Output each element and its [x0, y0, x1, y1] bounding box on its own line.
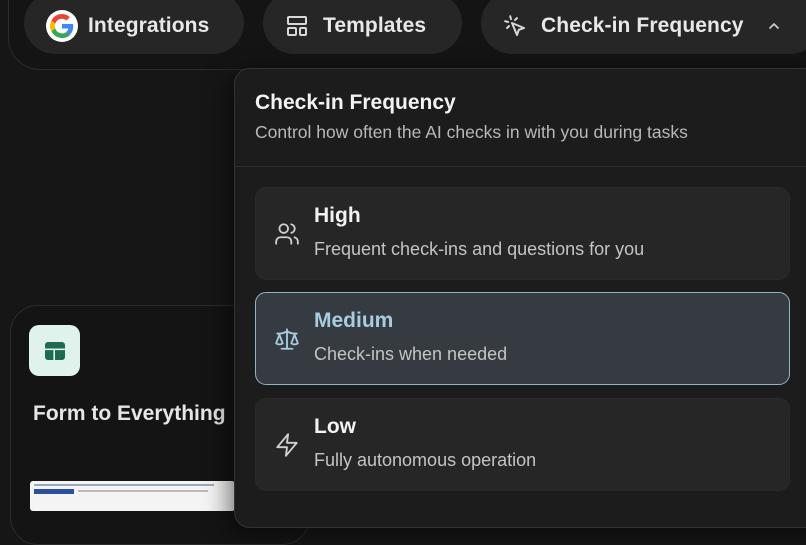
option-high[interactable]: High Frequent check-ins and questions fo… [255, 187, 790, 280]
lightning-icon [274, 399, 300, 490]
layout-template-icon [285, 14, 309, 38]
integrations-label: Integrations [88, 14, 210, 37]
option-medium-description: Check-ins when needed [314, 344, 508, 364]
menu-subtitle: Control how often the AI checks in with … [255, 122, 688, 142]
option-high-description: Frequent check-ins and questions for you [314, 239, 645, 259]
option-low-description: Fully autonomous operation [314, 450, 537, 470]
option-medium[interactable]: Medium Check-ins when needed [255, 292, 790, 385]
option-low[interactable]: Low Fully autonomous operation [255, 398, 790, 491]
menu-header: Check-in Frequency Control how often the… [235, 69, 806, 167]
integrations-button[interactable]: Integrations [24, 0, 244, 54]
users-icon [274, 188, 300, 279]
option-medium-label: Medium [314, 309, 394, 332]
checkin-frequency-button[interactable]: Check-in Frequency [481, 0, 806, 54]
templates-label: Templates [323, 14, 427, 37]
cursor-click-icon [503, 14, 527, 38]
table-icon [29, 325, 80, 376]
template-card-title: Form to Everything [33, 402, 226, 425]
scale-icon [274, 293, 300, 384]
checkin-frequency-menu: Check-in Frequency Control how often the… [234, 68, 806, 528]
templates-button[interactable]: Templates [263, 0, 462, 54]
option-high-label: High [314, 204, 361, 227]
template-preview-thumbnail [30, 481, 235, 511]
menu-title: Check-in Frequency [255, 91, 456, 114]
option-low-label: Low [314, 415, 356, 438]
checkin-frequency-label: Check-in Frequency [541, 14, 744, 37]
google-logo-icon [46, 10, 78, 42]
chevron-up-icon[interactable] [766, 18, 782, 34]
